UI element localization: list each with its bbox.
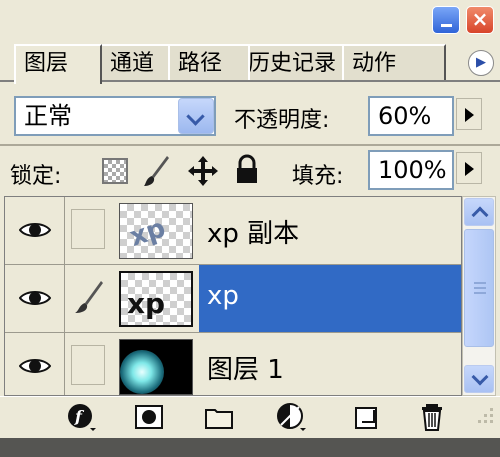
layer-name-cell[interactable]: xp 副本 [199, 197, 461, 264]
fill-value: 100% [378, 156, 447, 184]
scroll-thumb[interactable] [464, 229, 494, 347]
layer-style-icon[interactable]: f [66, 402, 96, 432]
grip-line [474, 287, 486, 289]
resize-grip-icon[interactable] [472, 404, 496, 434]
fill-input[interactable]: 100% [368, 150, 454, 190]
opacity-slider-button[interactable] [456, 98, 482, 130]
layer-thumbnail: xp [119, 271, 193, 327]
delete-layer-icon[interactable] [418, 402, 448, 432]
eye-icon[interactable] [19, 221, 51, 239]
layer-name: xp [207, 281, 239, 311]
visibility-cell[interactable] [5, 197, 65, 264]
tab-actions[interactable]: 动作 [342, 44, 446, 80]
layer-row[interactable]: xp xp 副本 [5, 197, 461, 265]
layers-list: xp xp 副本 xp xp 图层 1 [4, 196, 462, 396]
layer-row[interactable]: 图层 1 [5, 333, 461, 395]
layer-name: 图层 1 [207, 355, 284, 385]
link-box [71, 209, 105, 249]
layer-thumbnail-cell [113, 333, 199, 395]
blend-mode-value: 正常 [24, 102, 72, 130]
chevron-down-icon[interactable] [178, 98, 214, 134]
fill-label: 填充: [292, 164, 344, 189]
panel-menu-icon[interactable]: ▶ [468, 50, 494, 76]
layer-name-cell[interactable]: 图层 1 [199, 333, 461, 395]
tab-layers[interactable]: 图层 [14, 44, 102, 84]
layer-thumbnail: xp [119, 203, 193, 259]
link-cell[interactable] [65, 265, 111, 332]
thumbnail-text: xp [126, 213, 170, 253]
thumbnail-text: xp [127, 287, 166, 320]
lock-label: 锁定: [10, 164, 62, 189]
tab-channels[interactable]: 通道 [100, 44, 170, 80]
new-group-icon[interactable] [204, 402, 234, 432]
lock-all-icon[interactable] [234, 154, 260, 186]
lock-transparency-icon[interactable] [102, 158, 128, 184]
fill-slider-button[interactable] [456, 152, 482, 184]
link-cell[interactable] [65, 333, 111, 395]
layer-thumbnail [119, 339, 193, 395]
eye-icon[interactable] [19, 289, 51, 307]
opacity-value: 60% [378, 102, 432, 130]
eye-icon[interactable] [19, 357, 51, 375]
layer-thumbnail-cell: xp [113, 265, 199, 332]
tab-paths[interactable]: 路径 [168, 44, 250, 80]
new-layer-icon[interactable] [352, 402, 382, 432]
tab-history[interactable]: 历史记录 [248, 44, 344, 80]
divider [0, 144, 500, 146]
adjustment-layer-icon[interactable] [276, 402, 306, 432]
layer-thumbnail-cell: xp [113, 197, 199, 264]
close-button[interactable]: × [466, 6, 494, 34]
lock-brush-icon[interactable] [142, 154, 172, 188]
grip-line [474, 282, 486, 284]
scroll-up-button[interactable] [464, 198, 494, 226]
vertical-scrollbar[interactable] [462, 196, 496, 396]
layer-row[interactable]: xp xp [5, 265, 461, 333]
opacity-input[interactable]: 60% [368, 96, 454, 136]
layer-mask-icon[interactable] [134, 402, 164, 432]
layer-name: xp 副本 [207, 219, 300, 249]
glow-shape [120, 350, 164, 394]
opacity-label: 不透明度: [234, 108, 330, 133]
grip-line [474, 292, 486, 294]
link-cell[interactable] [65, 197, 111, 264]
visibility-cell[interactable] [5, 333, 65, 395]
minimize-button[interactable] [432, 6, 460, 34]
link-box [71, 345, 105, 385]
brush-icon [75, 281, 103, 313]
panel-titlebar [0, 0, 500, 40]
scroll-down-button[interactable] [464, 365, 494, 393]
layer-name-cell[interactable]: xp [199, 265, 461, 332]
window-footer [0, 438, 500, 457]
lock-move-icon[interactable] [186, 154, 220, 188]
visibility-cell[interactable] [5, 265, 65, 332]
